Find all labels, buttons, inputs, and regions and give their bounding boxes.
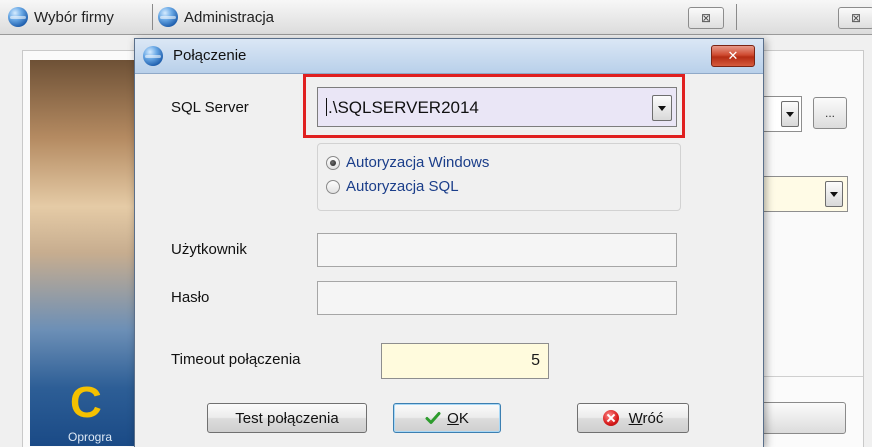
- sql-server-label: SQL Server: [171, 99, 249, 116]
- user-label: Użytkownik: [171, 241, 247, 258]
- accelerator-key: O: [447, 409, 459, 427]
- button-label: OK: [447, 410, 469, 427]
- tab-label: Administracja: [184, 8, 275, 26]
- tab-separator: [152, 4, 153, 30]
- timeout-field[interactable]: 5: [381, 343, 549, 379]
- auth-radio-group: Autoryzacja Windows Autoryzacja SQL: [317, 143, 681, 211]
- database-globe-icon: [8, 7, 28, 27]
- ok-button[interactable]: OK: [393, 403, 501, 433]
- tab-close-button[interactable]: ⊠: [838, 7, 872, 29]
- radio-label: Autoryzacja Windows: [346, 154, 490, 171]
- sql-server-value: .\SQLSERVER2014: [328, 98, 479, 117]
- test-connection-button[interactable]: Test połączenia: [207, 403, 367, 433]
- user-field[interactable]: [317, 233, 677, 267]
- password-label: Hasło: [171, 289, 210, 306]
- button-label-rest: K: [458, 409, 469, 427]
- background-combo[interactable]: [760, 96, 802, 132]
- background-company-combo[interactable]: [758, 176, 848, 212]
- dialog-title: Połączenie: [173, 47, 247, 64]
- branding-image: C Oprogra: [30, 60, 140, 446]
- dialog-close-button[interactable]: ✕: [711, 45, 755, 67]
- back-button[interactable]: Wróć: [577, 403, 689, 433]
- button-label: Test połączenia: [235, 409, 339, 427]
- radio-auth-windows[interactable]: Autoryzacja Windows: [326, 154, 489, 171]
- accelerator-key: W: [628, 409, 643, 427]
- radio-unchecked-icon[interactable]: [326, 179, 340, 194]
- connection-dialog: Połączenie ✕ SQL Server .\SQLSERVER2014 …: [134, 38, 764, 447]
- chevron-down-icon[interactable]: [825, 181, 843, 207]
- database-globe-icon: [158, 7, 178, 27]
- sql-server-combo[interactable]: .\SQLSERVER2014: [317, 87, 677, 127]
- database-globe-icon: [143, 46, 163, 66]
- background-button[interactable]: [760, 402, 846, 434]
- tab-administration[interactable]: Administracja: [158, 2, 274, 32]
- tab-separator: [736, 4, 737, 30]
- button-label-rest: róć: [642, 409, 664, 427]
- cancel-icon: [602, 410, 619, 426]
- tab-close-button[interactable]: ⊠: [688, 7, 724, 29]
- tab-company-selection[interactable]: Wybór firmy: [8, 2, 114, 32]
- radio-label: Autoryzacja SQL: [346, 178, 459, 195]
- radio-auth-sql[interactable]: Autoryzacja SQL: [326, 178, 459, 195]
- tab-bar: Wybór firmy Administracja ⊠ ⊠: [0, 0, 872, 35]
- timeout-label: Timeout połączenia: [171, 351, 301, 368]
- password-field[interactable]: [317, 281, 677, 315]
- chevron-down-icon[interactable]: [781, 101, 799, 127]
- radio-checked-icon[interactable]: [326, 155, 340, 170]
- chevron-down-icon[interactable]: [652, 95, 672, 121]
- tab-label: Wybór firmy: [34, 8, 114, 26]
- button-label: Wróć: [629, 410, 664, 427]
- product-tagline: Oprogra: [68, 430, 113, 444]
- check-icon: [425, 412, 441, 424]
- dialog-title-bar[interactable]: Połączenie ✕: [135, 39, 763, 74]
- browse-button[interactable]: ...: [813, 97, 847, 129]
- product-logo: C: [70, 378, 102, 427]
